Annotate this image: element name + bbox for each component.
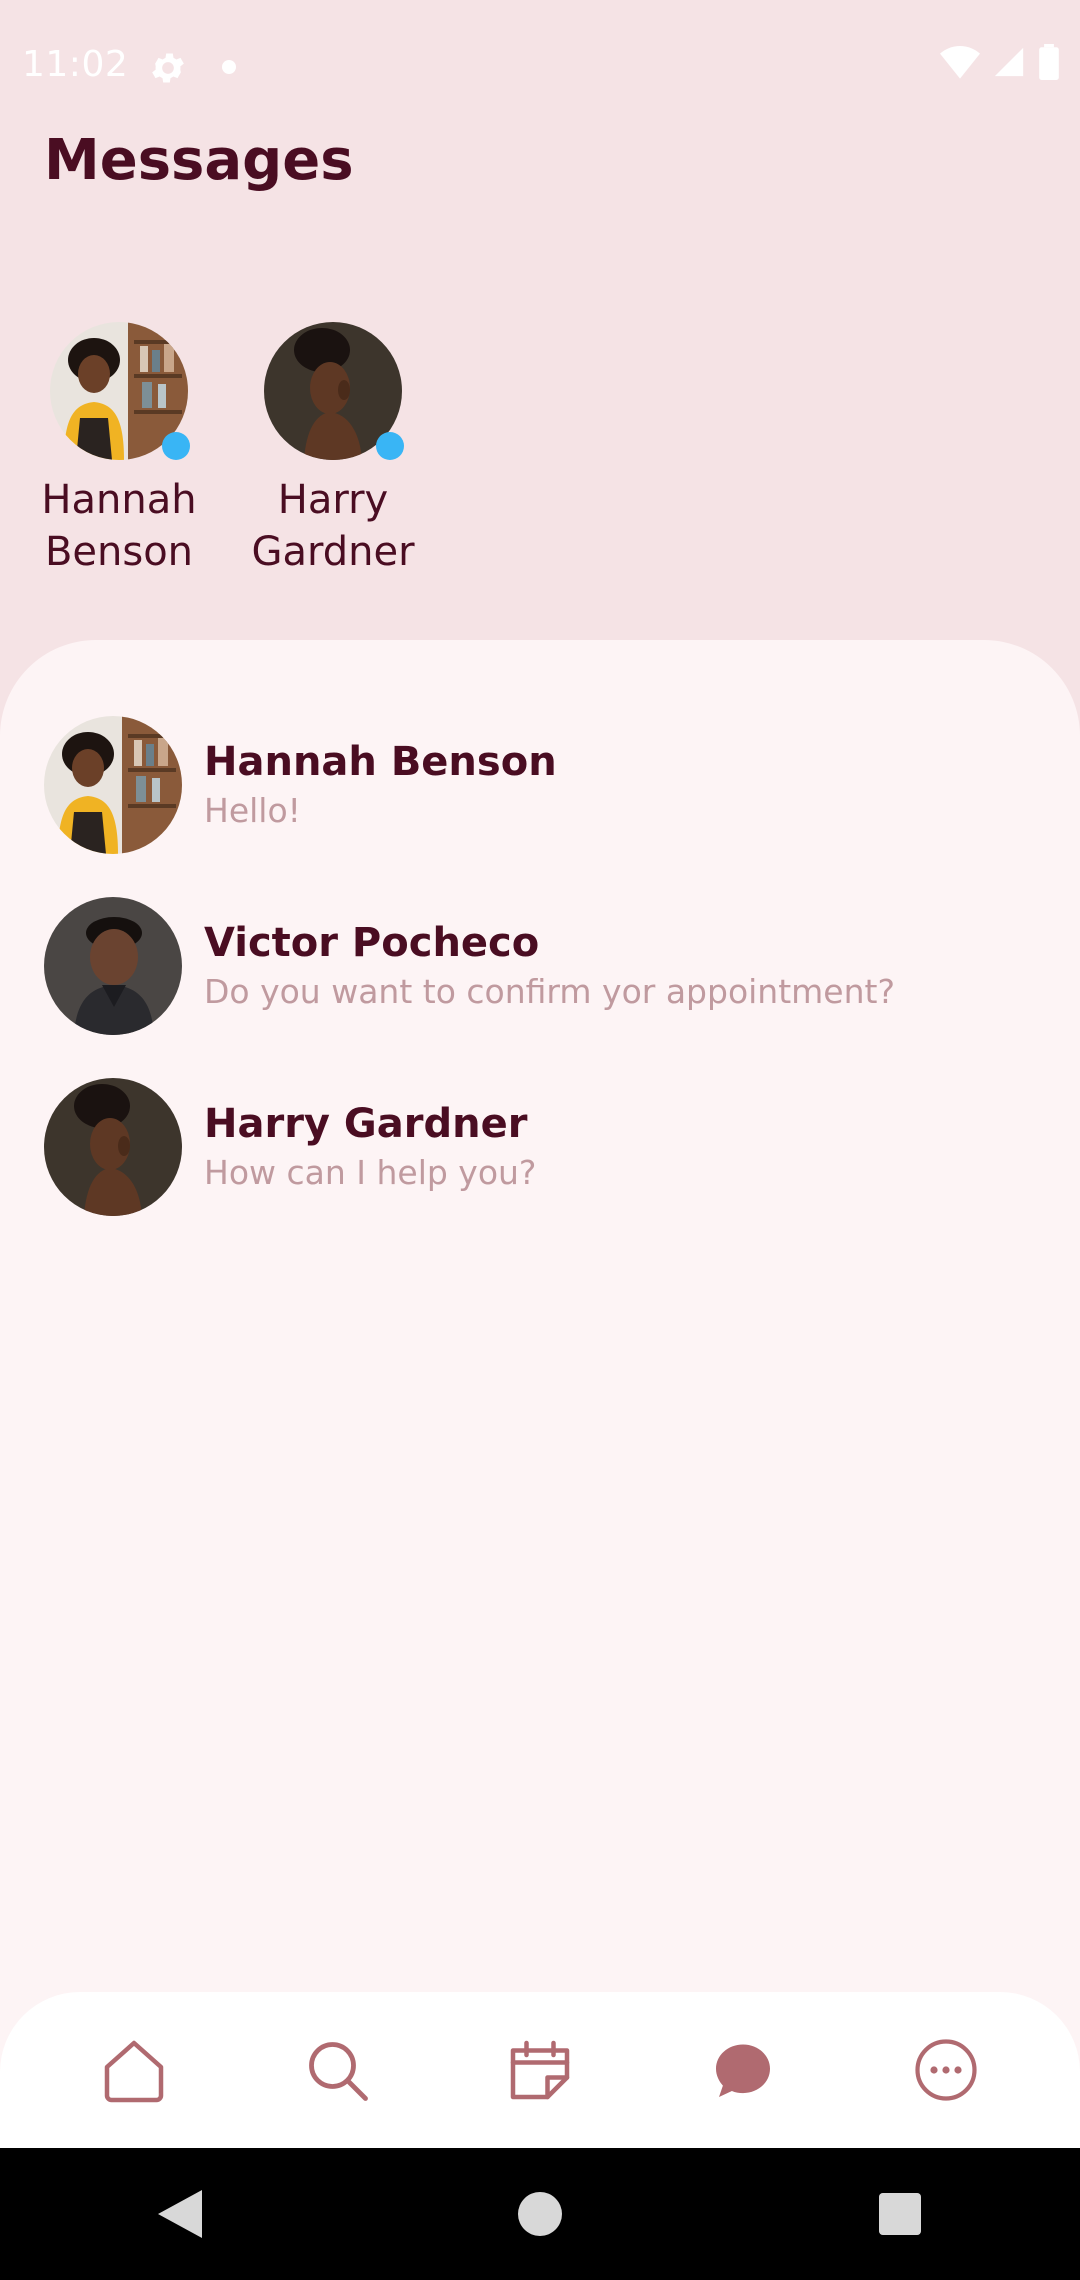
online-contact-name: Harry Gardner — [251, 477, 415, 575]
online-contacts-row: Hannah Benson Harry Gardner — [41, 322, 415, 578]
more-icon — [915, 2039, 977, 2101]
avatar — [44, 716, 182, 854]
nav-home[interactable] — [94, 2030, 174, 2110]
system-back-button[interactable] — [150, 2184, 210, 2244]
system-recents-button[interactable] — [870, 2184, 930, 2244]
nav-messages[interactable] — [703, 2030, 783, 2110]
online-status-dot — [376, 432, 404, 460]
wifi-icon — [940, 46, 980, 79]
home-icon — [104, 2040, 163, 2103]
conversation-name: Harry Gardner — [204, 1101, 528, 1147]
conversation-text: Victor Pocheco Do you want to confirm yo… — [204, 918, 895, 1014]
conversation-text: Hannah Benson Hello! — [204, 737, 557, 833]
conversation-preview: How can I help you? — [204, 1153, 537, 1192]
nav-calendar[interactable] — [500, 2030, 580, 2110]
recents-square-icon — [879, 2193, 921, 2235]
nav-search[interactable] — [297, 2030, 377, 2110]
online-contact[interactable]: Harry Gardner — [251, 322, 415, 578]
avatar-wrapper — [50, 322, 190, 460]
nav-more[interactable] — [906, 2030, 986, 2110]
back-triangle-icon — [158, 2190, 202, 2238]
conversation-item[interactable]: Harry Gardner How can I help you? — [44, 1078, 1044, 1216]
conversation-name: Victor Pocheco — [204, 920, 540, 966]
status-bar: 11:02 — [0, 0, 1080, 136]
home-circle-icon — [518, 2192, 562, 2236]
conversation-preview: Hello! — [204, 791, 301, 830]
page-title: Messages — [44, 128, 354, 193]
system-home-button[interactable] — [510, 2184, 570, 2244]
conversation-preview: Do you want to confirm yor appointment? — [204, 972, 895, 1011]
online-status-dot — [162, 432, 190, 460]
settings-gear-icon — [152, 53, 184, 83]
battery-icon — [1039, 44, 1059, 80]
avatar — [44, 897, 182, 1035]
calendar-icon — [510, 2040, 570, 2100]
conversation-text: Harry Gardner How can I help you? — [204, 1099, 536, 1195]
conversation-item[interactable]: Hannah Benson Hello! — [44, 716, 1044, 854]
cell-signal-icon — [994, 47, 1024, 77]
chat-bubble-icon — [716, 2044, 771, 2097]
avatar — [44, 1078, 182, 1216]
status-time: 11:02 — [22, 44, 129, 85]
online-contact-name: Hannah Benson — [41, 477, 197, 575]
notification-dot-icon — [222, 60, 236, 74]
conversation-name: Hannah Benson — [204, 739, 557, 785]
conversation-item[interactable]: Victor Pocheco Do you want to confirm yo… — [44, 897, 1044, 1035]
online-contact[interactable]: Hannah Benson — [41, 322, 197, 578]
search-icon — [308, 2042, 368, 2101]
conversation-list: Hannah Benson Hello! Victor Pocheco Do y… — [44, 716, 1044, 1259]
system-navigation-bar — [0, 2148, 1080, 2280]
messages-sheet: Hannah Benson Hello! Victor Pocheco Do y… — [0, 640, 1080, 2140]
status-indicators — [940, 44, 1060, 80]
avatar-wrapper — [264, 322, 404, 460]
bottom-navigation — [0, 1992, 1080, 2148]
